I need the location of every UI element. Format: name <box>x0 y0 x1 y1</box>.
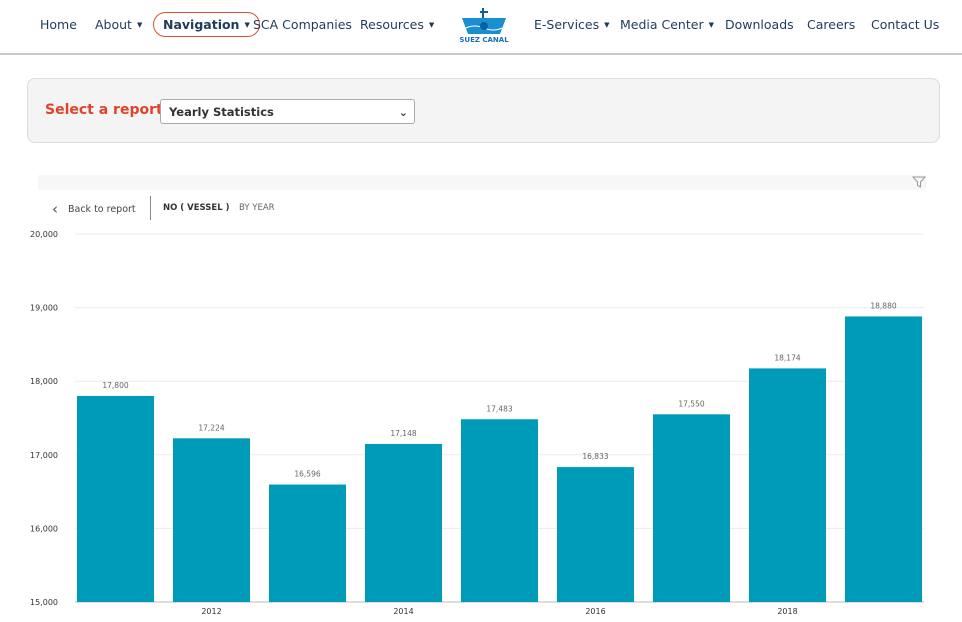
nav-item-media-center[interactable]: Media Center ▼ <box>620 17 714 32</box>
caret-down-icon: ▼ <box>428 21 435 29</box>
data-label: 17,148 <box>390 429 416 438</box>
data-label: 16,833 <box>582 452 608 461</box>
nav-item-careers[interactable]: Careers <box>807 17 855 32</box>
y-tick-label: 17,000 <box>30 451 58 460</box>
x-tick-label: 2012 <box>201 607 221 616</box>
nav-label: Contact Us <box>871 17 940 32</box>
nav-label: Home <box>40 17 77 32</box>
bar-2015 <box>461 419 538 602</box>
back-label: Back to report <box>68 204 136 215</box>
nav-label: Media Center <box>620 17 704 32</box>
data-label: 17,800 <box>102 381 128 390</box>
caret-down-icon: ▼ <box>604 21 610 29</box>
data-label: 16,596 <box>294 470 320 479</box>
x-tick-label: 2014 <box>393 607 413 616</box>
y-tick-label: 20,000 <box>30 230 58 239</box>
suez-canal-logo[interactable]: SUEZ CANAL <box>456 6 512 48</box>
caret-down-icon: ▼ <box>136 21 143 29</box>
nav-label: E-Services <box>534 17 600 32</box>
nav-item-contact-us[interactable]: Contact Us <box>871 17 939 32</box>
nav-label: About <box>95 17 132 32</box>
bar-2019 <box>845 316 922 602</box>
report-select[interactable]: Yearly Statistics ⌄ <box>160 99 415 124</box>
y-tick-label: 18,000 <box>30 377 58 386</box>
report-selector-panel: Select a report: Yearly Statistics ⌄ <box>27 78 940 143</box>
report-select-value: Yearly Statistics <box>169 105 274 119</box>
x-tick-label: 2016 <box>585 607 605 616</box>
x-tick-label: 2018 <box>777 607 797 616</box>
bar-2011 <box>77 395 154 602</box>
chevron-down-icon: ⌄ <box>398 106 408 119</box>
divider <box>150 196 151 220</box>
nav-item-home[interactable]: Home <box>40 17 77 32</box>
bar-2014 <box>365 443 442 602</box>
bar-2013 <box>269 484 346 602</box>
back-to-report-button[interactable]: ‹ Back to report <box>52 200 136 218</box>
nav-item-downloads[interactable]: Downloads <box>725 17 794 32</box>
chevron-left-icon: ‹ <box>52 200 58 218</box>
nav-item-navigation[interactable]: Navigation ▼ <box>153 12 260 37</box>
nav-label: Downloads <box>725 17 794 32</box>
filter-icon[interactable] <box>912 176 926 188</box>
y-tick-label: 15,000 <box>30 598 58 607</box>
data-label: 17,483 <box>486 404 512 413</box>
nav-label: Careers <box>807 17 856 32</box>
data-label: 18,174 <box>774 353 800 362</box>
nav-item-e-services[interactable]: E-Services ▼ <box>534 17 610 32</box>
data-label: 18,880 <box>870 301 896 310</box>
report-label: Select a report: <box>45 102 169 118</box>
nav-item-sca-companies[interactable]: SCA Companies <box>253 17 352 32</box>
top-navigation: Home About ▼ Navigation ▼ SCA Companies Resour… <box>0 0 962 55</box>
breadcrumb-measure: NO ( VESSEL ) <box>163 203 230 213</box>
nav-item-about[interactable]: About ▼ <box>95 17 142 32</box>
bar-chart: 15,000 16,000 17,000 18,000 19,000 20,000 17,8… <box>30 230 924 616</box>
caret-down-icon: ▼ <box>708 21 714 29</box>
nav-label: Navigation <box>163 17 240 32</box>
data-label: 17,550 <box>678 399 704 408</box>
bar-2018 <box>749 368 826 602</box>
visual-header <box>38 175 926 190</box>
breadcrumb-dimension[interactable]: BY YEAR <box>239 203 275 213</box>
y-tick-label: 16,000 <box>30 524 58 533</box>
y-tick-label: 19,000 <box>30 304 58 313</box>
bar-2012 <box>173 438 250 602</box>
caret-down-icon: ▼ <box>244 21 250 29</box>
data-label: 17,224 <box>198 423 224 432</box>
nav-label: SCA Companies <box>253 17 352 32</box>
svg-text:SUEZ CANAL: SUEZ CANAL <box>459 36 509 44</box>
nav-item-resources[interactable]: Resources ▼ <box>360 17 434 32</box>
bar-2017 <box>653 414 730 602</box>
nav-label: Resources <box>360 17 424 32</box>
bar-2016 <box>557 467 634 602</box>
